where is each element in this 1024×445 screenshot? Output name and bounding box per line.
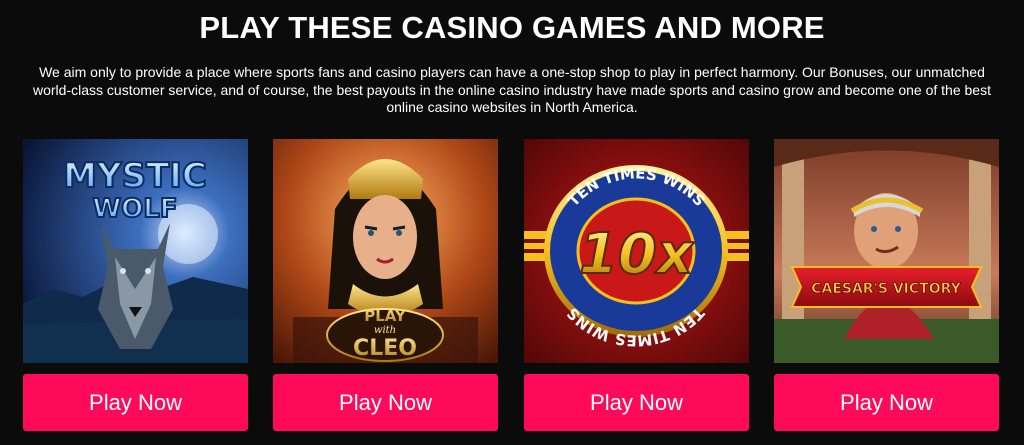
play-now-button-caesars-victory[interactable]: Play Now — [774, 374, 999, 431]
mystic-wolf-logo-line2: WOLF — [92, 194, 177, 224]
game-card-play-with-cleo: PLAY with CLEO Play Now — [273, 139, 498, 435]
game-card-mystic-wolf: MYSTIC WOLF Play Now — [23, 139, 248, 435]
section-title: PLAY THESE CASINO GAMES AND MORE — [199, 10, 825, 45]
game-thumbnail-mystic-wolf[interactable]: MYSTIC WOLF — [23, 139, 248, 363]
game-thumbnail-ten-times-wins[interactable]: TEN TIMES WINS TEN TIMES WINS 10x — [524, 139, 749, 363]
game-thumbnail-caesars-victory[interactable]: CAESAR'S VICTORY — [774, 139, 999, 363]
ten-times-center-logo: 10x — [579, 222, 695, 287]
caesars-victory-artwork: CAESAR'S VICTORY — [774, 139, 999, 363]
play-now-button-ten-times-wins[interactable]: Play Now — [524, 374, 749, 431]
games-grid: MYSTIC WOLF Play Now PLAY with CLEO Play… — [0, 139, 1024, 445]
ten-times-wins-artwork: TEN TIMES WINS TEN TIMES WINS 10x — [524, 139, 749, 363]
play-now-button-play-with-cleo[interactable]: Play Now — [273, 374, 498, 431]
caesars-victory-banner: CAESAR'S VICTORY — [811, 281, 961, 297]
cleo-logo-line3: CLEO — [353, 336, 417, 361]
cleo-logo-line2: with — [374, 325, 396, 336]
game-card-ten-times-wins: TEN TIMES WINS TEN TIMES WINS 10x Play N… — [524, 139, 749, 435]
cleo-logo-line1: PLAY — [364, 307, 407, 325]
game-card-caesars-victory: CAESAR'S VICTORY Play Now — [774, 139, 999, 435]
mystic-wolf-logo-line1: MYSTIC — [63, 156, 207, 196]
play-now-button-mystic-wolf[interactable]: Play Now — [23, 374, 248, 431]
play-with-cleo-artwork: PLAY with CLEO — [273, 139, 498, 363]
mystic-wolf-artwork: MYSTIC WOLF — [23, 139, 248, 363]
game-thumbnail-play-with-cleo[interactable]: PLAY with CLEO — [273, 139, 498, 363]
section-intro: We aim only to provide a place where spo… — [33, 64, 991, 115]
